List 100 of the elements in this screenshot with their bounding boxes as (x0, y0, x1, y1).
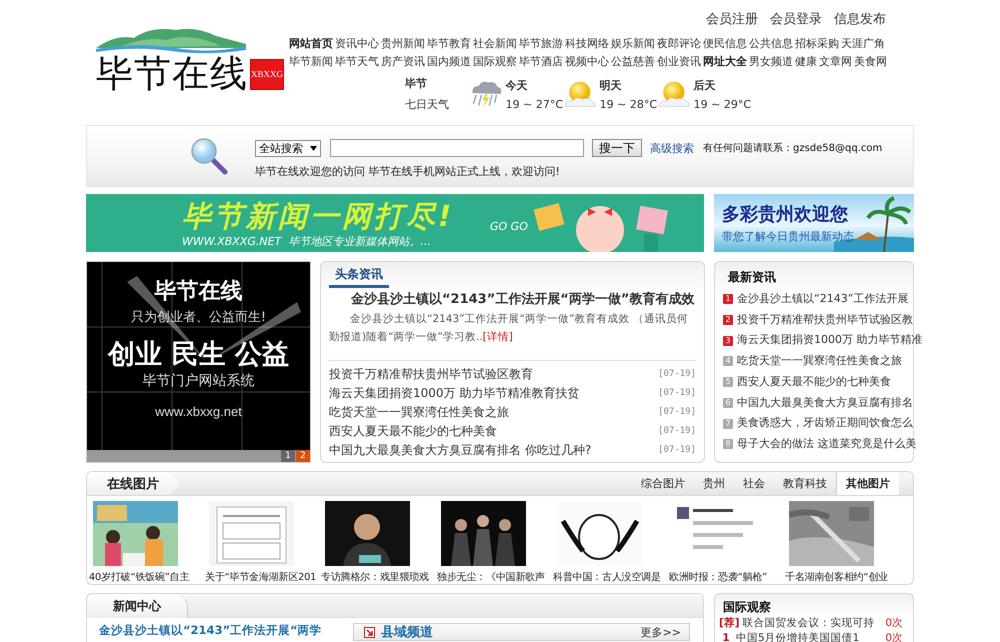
nav-link[interactable]: 娱乐新闻 (610, 35, 656, 53)
banner-title: 多彩贵州欢迎您 (722, 203, 849, 226)
nav-link[interactable]: 贵州新闻 (380, 35, 426, 53)
category-tab[interactable]: 综合图片 (632, 472, 694, 495)
day-label: 后天 (694, 78, 717, 92)
category-tab[interactable]: 贵州 (694, 472, 734, 495)
caret-icon (310, 146, 317, 150)
photo-caption[interactable]: 独步无尘：《中国新歌声 (437, 571, 545, 584)
slide-headline: 创业 民生 公益 (108, 338, 289, 372)
nav-link[interactable]: 毕节旅游 (518, 35, 564, 53)
slide-page-button[interactable]: 1 (281, 450, 295, 462)
slideshow[interactable]: 毕节在线 只为创业者、公益而生! 创业 民生 公益 毕节门户网站系统 www.xbxxg.net 1 2 (86, 261, 311, 463)
more-link[interactable]: 更多>> (640, 624, 681, 640)
lead-news-link[interactable]: 金沙县沙土镇以“2143”工作法开展“两学 (87, 623, 353, 638)
details-link[interactable]: [详情] (482, 331, 513, 343)
site-logo-text: 毕节在线 (96, 51, 248, 97)
temperature: 19 ~ 29°C (694, 98, 751, 110)
news-link[interactable]: 中国九大最臭美食大方臭豆腐有排名 你吃过几种? (329, 441, 592, 460)
nav-link[interactable]: 资讯中心 (334, 35, 380, 53)
channel-title: 县域频道 (381, 624, 433, 641)
scope-dropdown[interactable]: 全站搜索 (255, 140, 321, 156)
news-link[interactable]: 联合国贸发会议：实现可持 (742, 616, 875, 631)
photo-caption[interactable]: 关于“毕节金海湖新区201 (205, 571, 316, 584)
news-link[interactable]: 吃货天堂一一巽寮湾任性美食之旅 (329, 403, 509, 422)
nav-link[interactable]: 公益慈善 (610, 53, 656, 71)
news-link[interactable]: 投资千万精准帮扶贵州毕节试验区教育 (329, 365, 533, 384)
welcome-text: 毕节在线欢迎您的访问 毕节在线手机网站正式上线，欢迎访问! (255, 164, 561, 179)
search-field[interactable] (330, 139, 584, 157)
banner-subtitle: 带您了解今日贵州最新动态 (722, 229, 855, 244)
weather-link[interactable]: 七日天气 (405, 97, 469, 112)
nav-link[interactable]: 夜郎评论 (656, 35, 702, 53)
category-tab[interactable]: 其他图片 (836, 472, 899, 495)
user-link[interactable]: 会员登录 (770, 10, 822, 28)
nav-link[interactable]: 健康 (794, 53, 818, 71)
section-tab[interactable]: 头条资讯 (329, 266, 389, 288)
nav-link[interactable]: 招标采购 (794, 35, 840, 53)
news-link[interactable]: 海云天集团捐资1000万 助力毕节精准 (737, 330, 922, 352)
news-link[interactable]: 中国九大最臭美食大方臭豆腐有排名 (737, 392, 913, 414)
nav-link[interactable]: 国内频道 (426, 53, 472, 71)
nav-link[interactable]: 毕节酒店 (518, 53, 564, 71)
nav-link[interactable]: 社会新闻 (472, 35, 518, 53)
search-button[interactable]: 搜一下 (592, 139, 642, 157)
rank-number: 4 (723, 356, 733, 366)
news-link[interactable]: 投资千万精准帮扶贵州毕节试验区教 (737, 310, 913, 330)
nav-link[interactable]: 毕节新闻 (288, 53, 334, 71)
search-icon (189, 136, 229, 176)
category-tab[interactable]: 教育科技 (774, 472, 836, 495)
news-link[interactable]: 海云天集团捐资1000万 助力毕节精准教育扶贫 (329, 384, 580, 403)
news-date: [07-19] (658, 425, 696, 438)
news-link[interactable]: 西安人夏天最不能少的七种美食 (329, 422, 497, 441)
user-link[interactable]: 会员注册 (706, 10, 758, 28)
nav-link[interactable]: 房产资讯 (380, 53, 426, 71)
day-label: 今天 (506, 78, 529, 92)
news-link[interactable]: 美食诱惑大，牙齿矫正期间饮食怎么 (737, 413, 913, 434)
nav-link[interactable]: 国际观察 (472, 53, 518, 71)
category-tab[interactable]: 社会 (734, 472, 774, 495)
rank-number: 1 (723, 294, 733, 304)
contact-text: 有任何问题请联系：gzsde58@qq.com (703, 142, 882, 155)
rank-number: 7 (723, 418, 733, 429)
nav-link[interactable]: 视频中心 (564, 53, 610, 71)
section-tab[interactable]: 新闻中心 (87, 594, 188, 618)
day-label: 明天 (600, 78, 623, 92)
nav-link[interactable]: 天涯广角 (840, 35, 886, 53)
lead-headline[interactable]: 金沙县沙土镇以“2143”工作法开展“两学一做”教育有成效 (321, 290, 704, 308)
temperature: 19 ~ 27°C (506, 98, 563, 110)
news-link[interactable]: 金沙县沙土镇以“2143”工作法开展 (737, 289, 908, 310)
photo-caption[interactable]: 40岁打破“铁饭碗”自主 (89, 571, 190, 584)
nav-link[interactable]: 文章网 (818, 53, 853, 71)
rank-number: 6 (723, 398, 733, 408)
slide-url: www.xbxxg.net (155, 404, 242, 419)
guizhou-banner[interactable]: 多彩贵州欢迎您 带您了解今日贵州最新动态 (714, 194, 914, 252)
nav-link[interactable]: 网站首页 (288, 35, 334, 53)
nav-link[interactable]: 便民信息 (702, 35, 748, 53)
nav-link[interactable]: 美食网 (853, 53, 888, 71)
nav-link[interactable]: 毕节天气 (334, 53, 380, 71)
nav-link[interactable]: 男女频道 (748, 53, 794, 71)
news-link[interactable]: 吃货天堂一一巽寮湾任性美食之旅 (737, 351, 902, 372)
user-link[interactable]: 信息发布 (834, 10, 886, 28)
nav-link[interactable]: 网址大全 (702, 53, 748, 71)
photo-caption[interactable]: 专访腾格尔：戏里猥琐戏 (321, 571, 429, 584)
logo-badge: XBXXG (250, 58, 284, 90)
news-link[interactable]: 西安人夏天最不能少的七种美食 (737, 372, 891, 393)
news-date: [07-19] (658, 406, 696, 419)
banner-title: 毕节新闻一网打尽! (182, 200, 454, 232)
nav-link[interactable]: 科技网络 (564, 35, 610, 53)
news-link[interactable]: 母子大会的做法 这道菜究竟是什么美 (737, 434, 916, 455)
arrow-square-icon (364, 626, 375, 638)
rank-number: 8 (723, 439, 733, 450)
lead-summary: 金沙县沙土镇以“2143”工作法开展“两学一做”教育有成效 （通讯员何勤报道)随着“两学一做”学习教..[详情] (328, 312, 689, 345)
photo-caption[interactable]: 科普中国：古人没空调是 (553, 571, 661, 584)
nav-link[interactable]: 创业资讯 (656, 53, 702, 71)
temperature: 19 ~ 28°C (600, 98, 657, 110)
photo-caption[interactable]: 欧洲时报：恐袭“躺枪” (669, 571, 767, 584)
rank-number: 2 (723, 315, 733, 326)
advanced-search-link[interactable]: 高级搜索 (650, 140, 694, 156)
panel-title: 国际观察 (722, 599, 772, 616)
photo-caption[interactable]: 千名湖南创客相约“创业 (785, 571, 888, 584)
nav-link[interactable]: 毕节教育 (426, 35, 472, 53)
nav-link[interactable]: 公共信息 (748, 35, 794, 53)
slide-page-button[interactable]: 2 (296, 450, 310, 462)
